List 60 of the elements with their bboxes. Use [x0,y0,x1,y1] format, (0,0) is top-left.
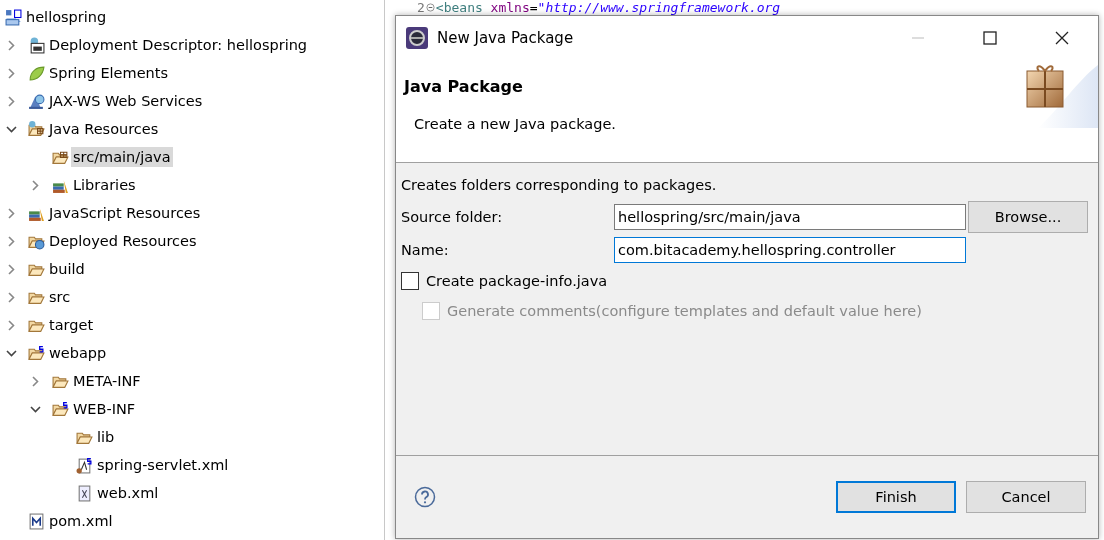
leaf-icon [28,64,45,82]
xml-file-icon [76,456,93,474]
code-text: <beans xmlns="http://www.springframework.org [435,0,781,15]
tree-item[interactable]: JAX-WS Web Services [47,91,205,111]
checkbox-label: Create package-info.java [426,273,608,289]
tree-item[interactable]: target [47,315,96,335]
package-folder-icon [28,120,45,138]
expand-chevron-icon[interactable] [5,234,18,248]
file-icon [28,512,45,530]
tree-item[interactable]: build [47,259,87,279]
dialog-button[interactable]: Finish [836,481,956,513]
tree-item[interactable]: lib [95,427,117,447]
xml-file-icon [76,484,93,502]
page-message: Create a new Java package. [414,116,617,132]
tree-item[interactable]: hellospring [24,7,109,27]
project-icon [5,8,22,26]
tree-item[interactable]: Spring Elements [47,63,170,83]
browse-button[interactable]: Browse... [968,200,1088,233]
checkbox-label: Generate comments [447,303,596,319]
folder-icon [28,344,45,362]
field-label: Name: [401,241,450,258]
expand-chevron-icon[interactable] [5,262,18,276]
maximize-icon[interactable] [982,30,998,46]
fold-icon [425,3,435,12]
tree-item[interactable]: JavaScript Resources [47,203,203,223]
app-icon [406,27,428,49]
tree-item[interactable]: Deployed Resources [47,231,199,251]
expand-chevron-icon[interactable] [5,290,18,304]
close-icon[interactable] [1054,30,1070,46]
tree-item[interactable]: webapp [47,343,109,363]
field-label: Source folder: [401,208,504,225]
tree-item[interactable]: Deployment Descriptor: hellospring [47,35,310,55]
tree-item[interactable]: src/main/java [71,147,173,167]
window-title: New Java Package [437,29,575,47]
expand-chevron-icon[interactable] [5,318,18,332]
dialog-button[interactable]: Cancel [966,481,1086,513]
expand-chevron-icon[interactable] [5,94,18,108]
tree-item[interactable]: WEB-INF [71,399,138,419]
description-text: Creates folders corresponding to packages. [401,177,718,193]
text-field[interactable]: com.bitacademy.hellospring.controller [614,236,966,263]
line-number: 2 [417,0,425,15]
tree-item[interactable]: spring-servlet.xml [95,455,231,475]
tree-item[interactable]: Libraries [71,175,138,195]
tree-item[interactable]: Java Resources [47,119,161,139]
page-title: Java Package [404,77,524,96]
descriptor-icon [28,36,45,54]
expand-chevron-icon[interactable] [5,206,18,220]
tree-item[interactable]: web.xml [95,483,161,503]
folder-icon [52,400,69,418]
help-icon[interactable] [414,486,436,508]
tree-item[interactable]: META-INF [71,371,143,391]
tree-item[interactable]: src [47,287,73,307]
web-service-icon [28,92,45,110]
expand-chevron-icon[interactable] [29,178,42,192]
text-field[interactable]: hellospring/src/main/java [614,203,966,230]
tree-item[interactable]: pom.xml [47,511,115,531]
expand-chevron-icon[interactable] [5,38,18,52]
expand-chevron-icon[interactable] [29,374,42,388]
expand-chevron-icon[interactable] [5,66,18,80]
checkbox[interactable] [401,272,419,290]
